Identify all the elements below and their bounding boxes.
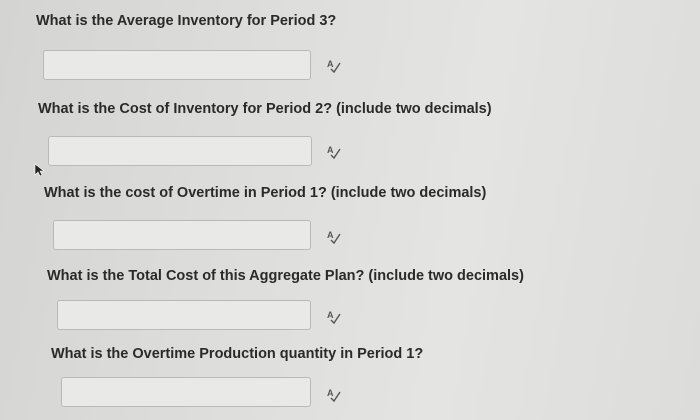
answer-input-average-inventory[interactable] — [43, 50, 311, 80]
spellcheck-icon[interactable]: A — [326, 144, 342, 160]
question-label-total-cost: What is the Total Cost of this Aggregate… — [47, 268, 524, 284]
svg-text:A: A — [327, 230, 334, 240]
question-label-average-inventory: What is the Average Inventory for Period… — [36, 13, 337, 29]
spellcheck-icon[interactable]: A — [326, 229, 342, 245]
svg-text:A: A — [327, 59, 334, 69]
svg-text:A: A — [327, 310, 334, 320]
spellcheck-icon[interactable]: A — [326, 387, 342, 403]
question-label-cost-of-inventory: What is the Cost of Inventory for Period… — [38, 101, 492, 117]
cursor-icon — [34, 163, 46, 182]
answer-input-total-cost[interactable] — [57, 300, 311, 330]
question-label-overtime-production: What is the Overtime Production quantity… — [51, 346, 424, 362]
answer-input-overtime-production[interactable] — [61, 377, 311, 407]
question-label-cost-of-overtime: What is the cost of Overtime in Period 1… — [44, 185, 487, 201]
svg-text:A: A — [327, 145, 334, 155]
answer-input-cost-of-inventory[interactable] — [48, 136, 312, 166]
spellcheck-icon[interactable]: A — [326, 309, 342, 325]
answer-input-cost-of-overtime[interactable] — [53, 220, 311, 250]
spellcheck-icon[interactable]: A — [326, 58, 342, 74]
svg-text:A: A — [327, 388, 334, 398]
